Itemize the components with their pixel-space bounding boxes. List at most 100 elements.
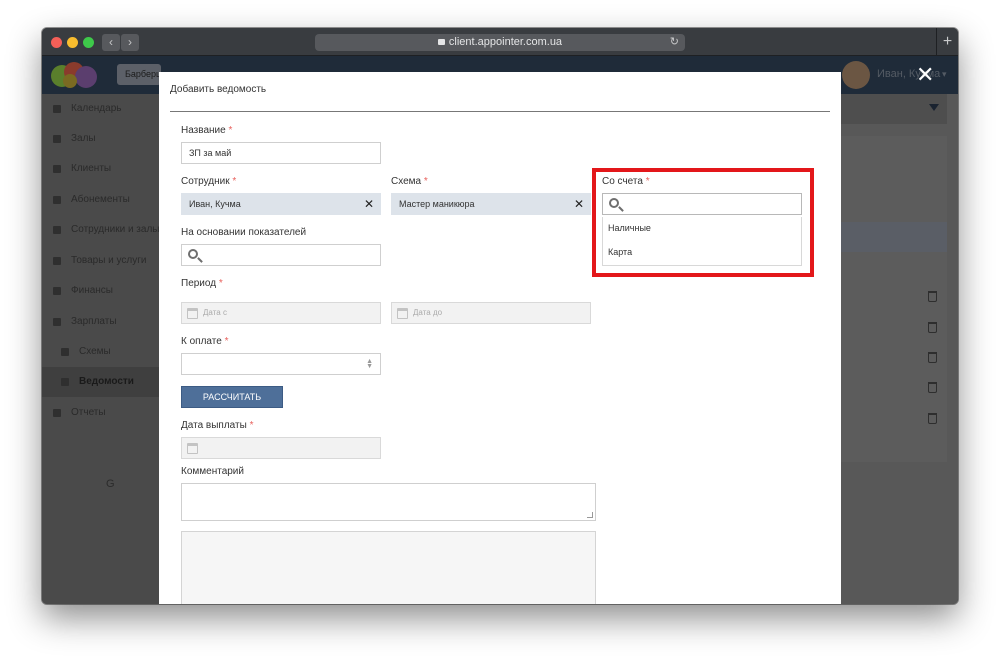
avatar[interactable] [842, 61, 870, 89]
sidebar-item-salaries[interactable]: Зарплаты [42, 307, 159, 337]
sidebar-item-finance[interactable]: Финансы [42, 276, 159, 306]
chevron-down-icon[interactable]: ▾ [942, 69, 947, 80]
new-tab-button[interactable]: + [936, 28, 958, 56]
company-selector[interactable]: Барбершоп [117, 64, 161, 85]
to-pay-label: К оплате * [181, 336, 228, 347]
url-text: client.appointer.com.ua [448, 36, 563, 48]
pay-date-label-text: Дата выплаты [181, 420, 247, 431]
calendar-icon [53, 105, 61, 113]
clear-icon[interactable]: ✕ [574, 194, 584, 214]
sidebar-collapse-button[interactable]: G [106, 478, 115, 490]
account-option-cash[interactable]: Наличные [608, 223, 651, 233]
to-pay-label-text: К оплате [181, 336, 222, 347]
employee-label: Сотрудник * [181, 176, 236, 187]
name-input[interactable]: ЗП за май [181, 142, 381, 164]
minimize-window-button[interactable] [67, 37, 78, 48]
report-icon [53, 409, 61, 417]
address-bar[interactable]: client.appointer.com.ua ↻ [315, 34, 685, 51]
browser-titlebar: ‹ › client.appointer.com.ua ↻ + [42, 28, 958, 56]
money-icon [53, 287, 61, 295]
resize-handle[interactable] [587, 512, 593, 518]
scheme-label-text: Схема [391, 176, 422, 187]
trash-icon[interactable] [928, 291, 937, 302]
cart-icon [53, 257, 61, 265]
close-window-button[interactable] [51, 37, 62, 48]
chevron-left-icon: ‹ [109, 35, 113, 49]
sidebar: Календарь Залы Клиенты Абонементы Сотруд… [42, 94, 159, 604]
name-label: Название * [181, 125, 232, 136]
sidebar-item-subscriptions[interactable]: Абонементы [42, 185, 159, 215]
trash-icon[interactable] [928, 352, 937, 363]
staff-icon [53, 226, 61, 234]
sidebar-item-clients[interactable]: Клиенты [42, 154, 159, 184]
required-mark: * [645, 176, 650, 187]
scheme-select[interactable]: Мастер маникюра ✕ [391, 193, 591, 215]
indicators-input[interactable] [181, 244, 381, 266]
pay-date-label: Дата выплаты * [181, 420, 253, 431]
comment-textarea[interactable] [181, 483, 596, 521]
account-options-list: Наличные Карта [602, 217, 802, 266]
sidebar-item-label: Сотрудники и залы [71, 224, 159, 235]
divider [170, 111, 830, 112]
calculate-button[interactable]: РАССЧИТАТЬ [181, 386, 283, 408]
indicators-label: На основании показателей [181, 227, 307, 238]
sidebar-item-label: Ведомости [79, 376, 134, 387]
period-label-text: Период [181, 278, 217, 289]
required-mark: * [228, 125, 233, 136]
back-button[interactable]: ‹ [102, 34, 120, 51]
period-from-input[interactable]: Дата с [181, 302, 381, 324]
sidebar-item-label: Клиенты [71, 163, 112, 174]
sidebar-item-label: Абонементы [71, 194, 130, 205]
account-option-card[interactable]: Карта [608, 247, 632, 257]
users-icon [53, 165, 61, 173]
name-label-text: Название [181, 125, 226, 136]
sidebar-item-label: Товары и услуги [71, 255, 147, 266]
scheme-label: Схема * [391, 176, 428, 187]
account-search-input[interactable] [602, 193, 802, 215]
sidebar-item-statements[interactable]: Ведомости [42, 367, 159, 397]
required-mark: * [224, 336, 229, 347]
employee-select[interactable]: Иван, Кучма ✕ [181, 193, 381, 215]
close-modal-button[interactable]: ✕ [916, 64, 934, 86]
forward-button[interactable]: › [121, 34, 139, 51]
scheme-value: Мастер маникюра [399, 199, 475, 209]
sidebar-item-label: Отчеты [71, 407, 106, 418]
lock-icon [437, 39, 445, 45]
period-from-placeholder: Дата с [203, 308, 227, 317]
required-mark: * [249, 420, 254, 431]
filter-icon[interactable] [929, 104, 939, 111]
maximize-window-button[interactable] [83, 37, 94, 48]
period-to-placeholder: Дата до [413, 308, 443, 317]
calendar-icon [187, 443, 198, 454]
trash-icon[interactable] [928, 382, 937, 393]
pay-date-input[interactable] [181, 437, 381, 459]
to-pay-input[interactable]: ▲ ▼ [181, 353, 381, 375]
trash-icon[interactable] [928, 413, 937, 424]
sidebar-item-schemes[interactable]: Схемы [42, 337, 159, 367]
stepper-icon[interactable]: ▲ ▼ [366, 358, 373, 370]
modal-title: Добавить ведомость [170, 84, 267, 95]
clear-icon[interactable]: ✕ [364, 194, 374, 214]
details-area [181, 531, 596, 604]
table-header [841, 222, 947, 252]
trash-icon[interactable] [928, 322, 937, 333]
card-icon [53, 196, 61, 204]
scheme-icon [61, 348, 69, 356]
period-to-input[interactable]: Дата до [391, 302, 591, 324]
search-icon [188, 249, 198, 259]
comment-label: Комментарий [181, 466, 244, 477]
search-icon [609, 198, 619, 208]
employee-label-text: Сотрудник [181, 176, 230, 187]
calendar-icon [397, 308, 408, 319]
sidebar-item-calendar[interactable]: Календарь [42, 94, 159, 124]
sidebar-item-halls[interactable]: Залы [42, 124, 159, 154]
required-mark: * [218, 278, 223, 289]
sidebar-item-goods[interactable]: Товары и услуги [42, 246, 159, 276]
sidebar-item-reports[interactable]: Отчеты [42, 398, 159, 428]
required-mark: * [423, 176, 428, 187]
sidebar-item-staff[interactable]: Сотрудники и залы [42, 215, 159, 245]
reload-icon[interactable]: ↻ [670, 34, 679, 51]
account-label: Со счета * [602, 176, 650, 187]
period-label: Период * [181, 278, 223, 289]
chevron-right-icon: › [128, 35, 132, 49]
